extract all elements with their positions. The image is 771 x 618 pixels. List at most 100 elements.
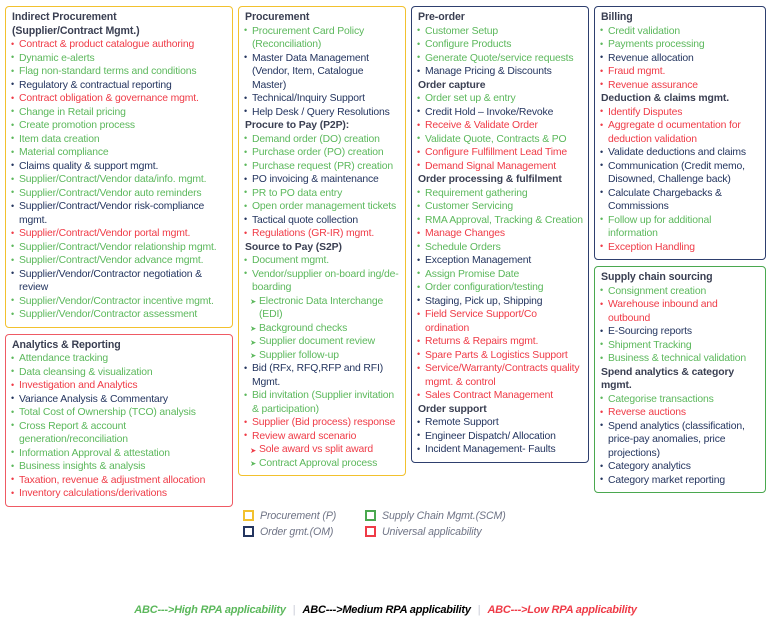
- list-item: Aggregate d ocumentation for deduction v…: [600, 119, 760, 146]
- rpa-legend-bar: ABC--->High RPA applicability | ABC--->Med…: [0, 604, 771, 616]
- list-item: Revenue allocation: [600, 51, 760, 66]
- column-two: ProcurementProcurement Card Policy (Reco…: [238, 6, 406, 477]
- list-item: Supplier/Contract/Vendor data/info. mgmt…: [11, 173, 227, 187]
- card-title: Pre-order: [418, 11, 465, 23]
- item-list: Remote SupportEngineer Dispatch/ Allocat…: [417, 416, 583, 457]
- card-subtitle: (Supplier/Contract Mgmt.): [12, 24, 140, 37]
- list-item: Dynamic e-alerts: [11, 51, 227, 66]
- list-item: Contract & product catalogue authoring: [11, 38, 227, 52]
- sub-list-item: Sole award vs split award: [244, 443, 400, 457]
- list-item: Supplier/Contract/Vendor risk-compliance…: [11, 200, 227, 227]
- rpa-applicability-board: Indirect Procurement (Supplier/Contract M…: [0, 0, 771, 618]
- list-item: Vendor/supplier on-board ing/de-boarding: [244, 267, 400, 295]
- item-list: Identify DisputesAggregate d ocumentatio…: [600, 105, 760, 255]
- card-title: Supply chain sourcing: [601, 271, 713, 284]
- item-list: Credit validationPayments processingReve…: [600, 24, 760, 93]
- list-item: Supplier/Vendor/Contractor assessment: [11, 308, 227, 322]
- list-item: Procurement Card Policy (Reconciliation): [244, 24, 400, 52]
- list-item: Purchase request (PR) creation: [244, 159, 400, 174]
- list-item: E-Sourcing reports: [600, 325, 760, 339]
- section-heading: Spend analytics & category mgmt.: [601, 366, 735, 392]
- list-item: Communication (Credit memo, Disowned, Ch…: [600, 159, 760, 187]
- list-item: Material compliance: [11, 146, 227, 160]
- list-item: Assign Promise Date: [417, 267, 583, 282]
- legend-item-navy: Order gmt.(OM): [243, 526, 361, 538]
- list-item: PR to PO data entry: [244, 186, 400, 201]
- column-four: BillingCredit validationPayments process…: [594, 6, 766, 494]
- list-item: Warehouse inbound and outbound: [600, 298, 760, 325]
- legend-label: Supply Chain Mgmt.(SCM): [382, 509, 506, 522]
- list-item: Field Service Support/Co ordination: [417, 308, 583, 335]
- list-item: Demand Signal Management: [417, 159, 583, 174]
- list-item: Configure Products: [417, 38, 583, 52]
- list-item: Claims quality & support mgmt.: [11, 159, 227, 174]
- legend-label: Universal applicability: [382, 525, 482, 538]
- list-item: Regulations (GR-IR) mgmt.: [244, 227, 400, 241]
- column-one: Indirect Procurement (Supplier/Contract M…: [5, 6, 233, 507]
- legend-grid: Procurement (P) Supply Chain Mgmt.(SCM) Or…: [243, 510, 506, 538]
- list-item: Fraud mgmt.: [600, 65, 760, 79]
- list-item: Sales Contract Management: [417, 389, 583, 403]
- list-item: Schedule Orders: [417, 240, 583, 255]
- section-heading: Deduction & claims mgmt.: [601, 93, 730, 105]
- list-item: Attendance tracking: [11, 352, 227, 366]
- card-analytics-reporting: Analytics & ReportingAttendance tracking…: [5, 333, 233, 507]
- card-title: Analytics & Reporting: [12, 338, 121, 351]
- card-billing: BillingCredit validationPayments process…: [594, 6, 766, 261]
- list-item: Manage Pricing & Discounts: [417, 65, 583, 79]
- list-item: Spend analytics (classification, price-p…: [600, 419, 760, 461]
- list-item: Inventory calculations/derivations: [11, 487, 227, 501]
- list-item: Validate deductions and claims: [600, 146, 760, 160]
- list-item: Supplier/Vendor/Contractor negotiation &…: [11, 267, 227, 295]
- list-item: Supplier/Contract/Vendor auto reminders: [11, 186, 227, 201]
- list-item: Create promotion process: [11, 119, 227, 133]
- card-title: Billing: [601, 11, 633, 23]
- list-item: Total Cost of Ownership (TCO) analysis: [11, 406, 227, 420]
- legend-separator: |: [292, 604, 296, 616]
- rpa-legend-low: ABC--->Low RPA applicability: [487, 604, 637, 616]
- section-heading: Procure to Pay (P2P):: [245, 120, 350, 132]
- section-heading: Order processing & fulfilment: [418, 174, 562, 186]
- list-item: Returns & Repairs mgmt.: [417, 335, 583, 349]
- list-item: Order set up & entry: [417, 92, 583, 106]
- card-title: Indirect Procurement: [12, 11, 117, 23]
- list-item: Order configuration/testing: [417, 281, 583, 295]
- list-item: Validate Quote, Contracts & PO: [417, 132, 583, 147]
- list-item: Category analytics: [600, 460, 760, 474]
- navy-swatch-icon: [243, 526, 254, 538]
- columns-row: Indirect Procurement (Supplier/Contract M…: [5, 6, 766, 507]
- rpa-legend-high: ABC--->High RPA applicability: [134, 604, 286, 616]
- card-supply-chain-sourcing: Supply chain sourcingConsignment creatio…: [594, 266, 766, 494]
- card-title: Procurement: [245, 11, 310, 23]
- section-heading: Source to Pay (S2P): [245, 241, 342, 253]
- list-item: Categorise transactions: [600, 392, 760, 407]
- legend-item-gold: Procurement (P): [243, 510, 361, 522]
- item-list: Document mgmt.Vendor/supplier on-board i…: [244, 254, 400, 470]
- list-item: Credit validation: [600, 24, 760, 39]
- list-item: Regulatory & contractual reporting: [11, 78, 227, 93]
- sub-list-item: Background checks: [244, 322, 400, 335]
- list-item: Receive & Validate Order: [417, 119, 583, 133]
- list-item: Calculate Chargebacks & Commissions: [600, 186, 760, 214]
- list-item: Remote Support: [417, 416, 583, 430]
- list-item: Help Desk / Query Resolutions: [244, 105, 400, 120]
- list-item: Business & technical validation: [600, 352, 760, 366]
- list-item: Customer Setup: [417, 24, 583, 39]
- list-item: Engineer Dispatch/ Allocation: [417, 429, 583, 444]
- list-item: Service/Warranty/Contracts quality mgmt.…: [417, 362, 583, 389]
- list-item: Variance Analysis & Commentary: [11, 392, 227, 407]
- list-item: Reverse auctions: [600, 406, 760, 420]
- item-list: Order set up & entryCredit Hold – Invoke…: [417, 92, 583, 173]
- item-list: Requirement gatheringCustomer ServicingR…: [417, 186, 583, 403]
- list-item: Identify Disputes: [600, 105, 760, 120]
- list-item: Bid (RFx, RFQ,RFP and RFI) Mgmt.: [244, 362, 400, 389]
- list-item: Customer Servicing: [417, 200, 583, 214]
- list-item: Data cleansing & visualization: [11, 365, 227, 380]
- list-item: Supplier/Contract/Vendor portal mgmt.: [11, 227, 227, 241]
- list-item: Business insights & analysis: [11, 460, 227, 474]
- legend-item-red: Universal applicability: [365, 526, 506, 538]
- list-item: Open order management tickets: [244, 200, 400, 214]
- list-item: Generate Quote/service requests: [417, 51, 583, 66]
- list-item: Master Data Management (Vendor, Item, Ca…: [244, 51, 400, 93]
- column-three: Pre-orderCustomer SetupConfigure Product…: [411, 6, 589, 463]
